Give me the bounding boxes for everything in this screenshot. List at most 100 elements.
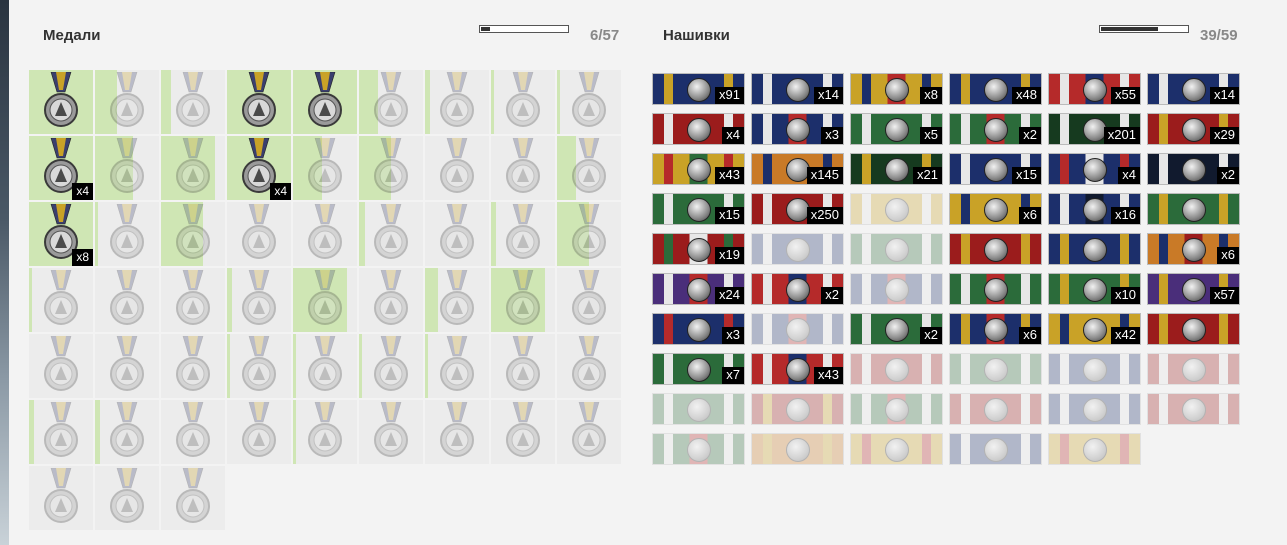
- medal-item[interactable]: [293, 334, 357, 398]
- medal-item[interactable]: [359, 334, 423, 398]
- ribbon-item[interactable]: [751, 433, 844, 465]
- medal-item[interactable]: [161, 466, 225, 530]
- medal-item[interactable]: [29, 334, 93, 398]
- medal-item[interactable]: [95, 268, 159, 332]
- ribbon-item[interactable]: x2: [850, 313, 943, 345]
- medal-item[interactable]: [359, 202, 423, 266]
- medal-item[interactable]: [161, 400, 225, 464]
- ribbon-item[interactable]: x250: [751, 193, 844, 225]
- ribbon-item[interactable]: x15: [652, 193, 745, 225]
- ribbon-item[interactable]: x21: [850, 153, 943, 185]
- ribbon-item[interactable]: x19: [652, 233, 745, 265]
- medal-item[interactable]: [491, 136, 555, 200]
- medal-item[interactable]: [29, 268, 93, 332]
- medal-item[interactable]: [227, 268, 291, 332]
- medal-item[interactable]: [95, 400, 159, 464]
- medal-item[interactable]: [293, 70, 357, 134]
- ribbon-item[interactable]: [751, 233, 844, 265]
- medal-item[interactable]: [557, 400, 621, 464]
- medal-item[interactable]: [491, 202, 555, 266]
- ribbon-item[interactable]: [1048, 393, 1141, 425]
- medal-item[interactable]: [161, 334, 225, 398]
- medal-item[interactable]: [161, 268, 225, 332]
- ribbon-item[interactable]: x14: [751, 73, 844, 105]
- medal-item[interactable]: [557, 268, 621, 332]
- ribbon-item[interactable]: [1147, 313, 1240, 345]
- medal-item[interactable]: [95, 136, 159, 200]
- ribbon-item[interactable]: x6: [949, 313, 1042, 345]
- ribbon-item[interactable]: x4: [1048, 153, 1141, 185]
- medal-item[interactable]: [293, 202, 357, 266]
- ribbon-item[interactable]: x2: [1147, 153, 1240, 185]
- medal-item[interactable]: [95, 202, 159, 266]
- ribbon-item[interactable]: [949, 433, 1042, 465]
- medal-item[interactable]: [491, 400, 555, 464]
- ribbon-item[interactable]: x14: [1147, 73, 1240, 105]
- medal-item[interactable]: [293, 136, 357, 200]
- ribbon-item[interactable]: x42: [1048, 313, 1141, 345]
- medal-item[interactable]: [557, 202, 621, 266]
- medal-item[interactable]: [95, 70, 159, 134]
- ribbon-item[interactable]: [652, 433, 745, 465]
- ribbon-item[interactable]: [751, 393, 844, 425]
- ribbon-item[interactable]: x15: [949, 153, 1042, 185]
- medal-item[interactable]: [29, 400, 93, 464]
- medal-item[interactable]: [95, 466, 159, 530]
- medal-item[interactable]: [425, 268, 489, 332]
- ribbon-item[interactable]: x6: [949, 193, 1042, 225]
- medal-item[interactable]: x4: [227, 136, 291, 200]
- ribbon-item[interactable]: x2: [949, 113, 1042, 145]
- ribbon-item[interactable]: x3: [652, 313, 745, 345]
- medal-item[interactable]: [359, 136, 423, 200]
- medal-item[interactable]: [95, 334, 159, 398]
- ribbon-item[interactable]: [949, 273, 1042, 305]
- ribbon-item[interactable]: x43: [751, 353, 844, 385]
- ribbon-item[interactable]: [751, 313, 844, 345]
- medal-item[interactable]: [491, 268, 555, 332]
- medal-item[interactable]: [557, 136, 621, 200]
- ribbon-item[interactable]: x201: [1048, 113, 1141, 145]
- medal-item[interactable]: [293, 268, 357, 332]
- ribbon-item[interactable]: x5: [850, 113, 943, 145]
- medal-item[interactable]: [227, 70, 291, 134]
- ribbon-item[interactable]: [949, 233, 1042, 265]
- medal-item[interactable]: [425, 70, 489, 134]
- ribbon-item[interactable]: [652, 393, 745, 425]
- medal-item[interactable]: x8: [29, 202, 93, 266]
- medal-item[interactable]: [293, 400, 357, 464]
- ribbon-item[interactable]: [1048, 353, 1141, 385]
- ribbon-item[interactable]: [850, 193, 943, 225]
- ribbon-item[interactable]: x7: [652, 353, 745, 385]
- ribbon-item[interactable]: x24: [652, 273, 745, 305]
- ribbon-item[interactable]: x145: [751, 153, 844, 185]
- medal-item[interactable]: [491, 334, 555, 398]
- ribbon-item[interactable]: x43: [652, 153, 745, 185]
- ribbon-item[interactable]: x4: [652, 113, 745, 145]
- ribbon-item[interactable]: [1147, 393, 1240, 425]
- ribbon-item[interactable]: x3: [751, 113, 844, 145]
- ribbon-item[interactable]: x10: [1048, 273, 1141, 305]
- ribbon-item[interactable]: [850, 433, 943, 465]
- ribbon-item[interactable]: [1147, 353, 1240, 385]
- ribbon-item[interactable]: [850, 353, 943, 385]
- medal-item[interactable]: x4: [29, 136, 93, 200]
- ribbon-item[interactable]: x6: [1147, 233, 1240, 265]
- medal-item[interactable]: [557, 334, 621, 398]
- ribbon-item[interactable]: x48: [949, 73, 1042, 105]
- ribbon-item[interactable]: [949, 393, 1042, 425]
- medal-item[interactable]: [161, 136, 225, 200]
- ribbon-item[interactable]: x29: [1147, 113, 1240, 145]
- medal-item[interactable]: [491, 70, 555, 134]
- ribbon-item[interactable]: x16: [1048, 193, 1141, 225]
- medal-item[interactable]: [425, 136, 489, 200]
- medal-item[interactable]: [557, 70, 621, 134]
- ribbon-item[interactable]: [1048, 233, 1141, 265]
- medal-item[interactable]: [425, 334, 489, 398]
- ribbon-item[interactable]: [850, 233, 943, 265]
- medal-item[interactable]: [29, 70, 93, 134]
- medal-item[interactable]: [359, 70, 423, 134]
- ribbon-item[interactable]: [1048, 433, 1141, 465]
- ribbon-item[interactable]: [949, 353, 1042, 385]
- medal-item[interactable]: [359, 268, 423, 332]
- ribbon-item[interactable]: [850, 273, 943, 305]
